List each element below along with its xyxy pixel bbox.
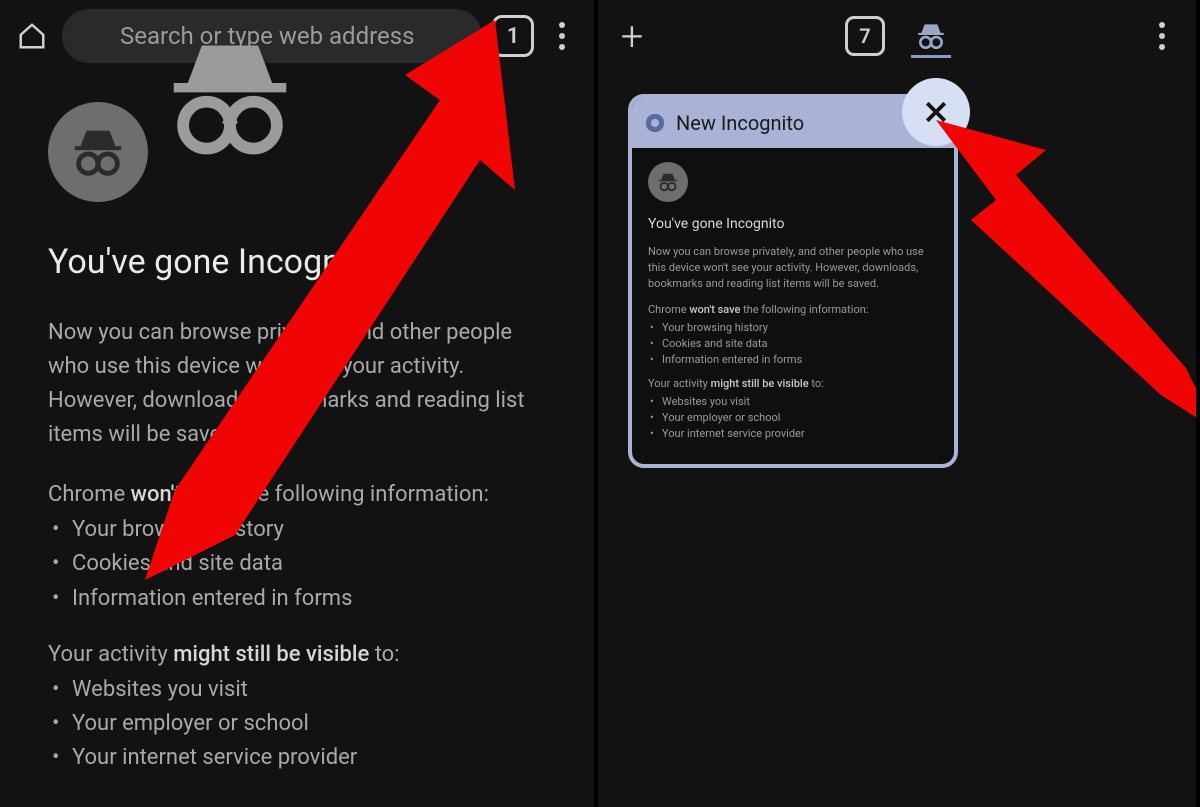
preview-visible-list: Websites you visit Your employer or scho…	[648, 394, 938, 442]
incognito-tabs-button[interactable]	[907, 12, 955, 60]
preview-paragraph: Now you can browse privately, and other …	[648, 244, 938, 292]
list-item: Information entered in forms	[48, 582, 554, 616]
list-item: Websites you visit	[48, 673, 554, 707]
omnibox[interactable]: Search or type web address	[62, 9, 482, 63]
tab-card-title: New Incognito	[676, 111, 804, 135]
visible-list: Websites you visit Your employer or scho…	[48, 673, 554, 775]
tab-card-preview: You've gone Incognito Now you can browse…	[632, 148, 954, 464]
incognito-icon	[80, 22, 108, 50]
more-vert-icon	[1159, 22, 1165, 50]
list-item: Websites you visit	[648, 394, 938, 410]
incognito-icon	[648, 162, 688, 202]
page-title: You've gone Incognito	[48, 242, 554, 282]
screenshot-incognito-page: Search or type web address 1 You've gone…	[0, 0, 598, 807]
close-tab-button[interactable]	[902, 78, 970, 146]
intro-paragraph: Now you can browse privately, and other …	[48, 316, 554, 452]
screenshot-tab-switcher: + 7 New Incognito You've gone Incognito …	[598, 0, 1196, 807]
wont-save-list: Your browsing history Cookies and site d…	[48, 513, 554, 615]
more-vert-icon	[559, 22, 565, 50]
list-item: Your browsing history	[48, 513, 554, 547]
close-icon	[921, 97, 951, 127]
annotation-arrow-icon	[936, 100, 1196, 434]
incognito-info: You've gone Incognito Now you can browse…	[0, 72, 594, 775]
tab-switcher-toolbar: + 7	[598, 0, 1196, 72]
list-item: Your browsing history	[648, 320, 938, 336]
tab-switcher-button[interactable]: 1	[492, 15, 534, 57]
new-tab-button[interactable]: +	[608, 12, 656, 60]
home-button[interactable]	[8, 12, 56, 60]
list-item: Cookies and site data	[48, 547, 554, 581]
list-item: Your internet service provider	[48, 741, 554, 775]
list-item: Your employer or school	[648, 410, 938, 426]
overflow-menu-button[interactable]	[1138, 12, 1186, 60]
visible-intro: Your activity might still be visible to:	[48, 642, 554, 667]
list-item: Your internet service provider	[648, 426, 938, 442]
omnibox-placeholder: Search or type web address	[120, 22, 415, 50]
preview-wont-save-list: Your browsing history Cookies and site d…	[648, 320, 938, 368]
list-item: Your employer or school	[48, 707, 554, 741]
preview-wont-save-intro: Chrome won't save the following informat…	[648, 302, 938, 318]
list-item: Cookies and site data	[648, 336, 938, 352]
chrome-icon	[644, 112, 666, 134]
tab-count: 1	[507, 24, 520, 49]
list-item: Information entered in forms	[648, 352, 938, 368]
wont-save-intro: Chrome won't save the following informat…	[48, 482, 554, 507]
preview-heading: You've gone Incognito	[648, 214, 938, 234]
normal-tabs-button[interactable]: 7	[845, 16, 885, 56]
overflow-menu-button[interactable]	[538, 12, 586, 60]
tab-count: 7	[859, 24, 870, 48]
preview-visible-intro: Your activity might still be visible to:	[648, 376, 938, 392]
top-toolbar: Search or type web address 1	[0, 0, 594, 72]
tab-card[interactable]: New Incognito You've gone Incognito Now …	[628, 94, 958, 468]
